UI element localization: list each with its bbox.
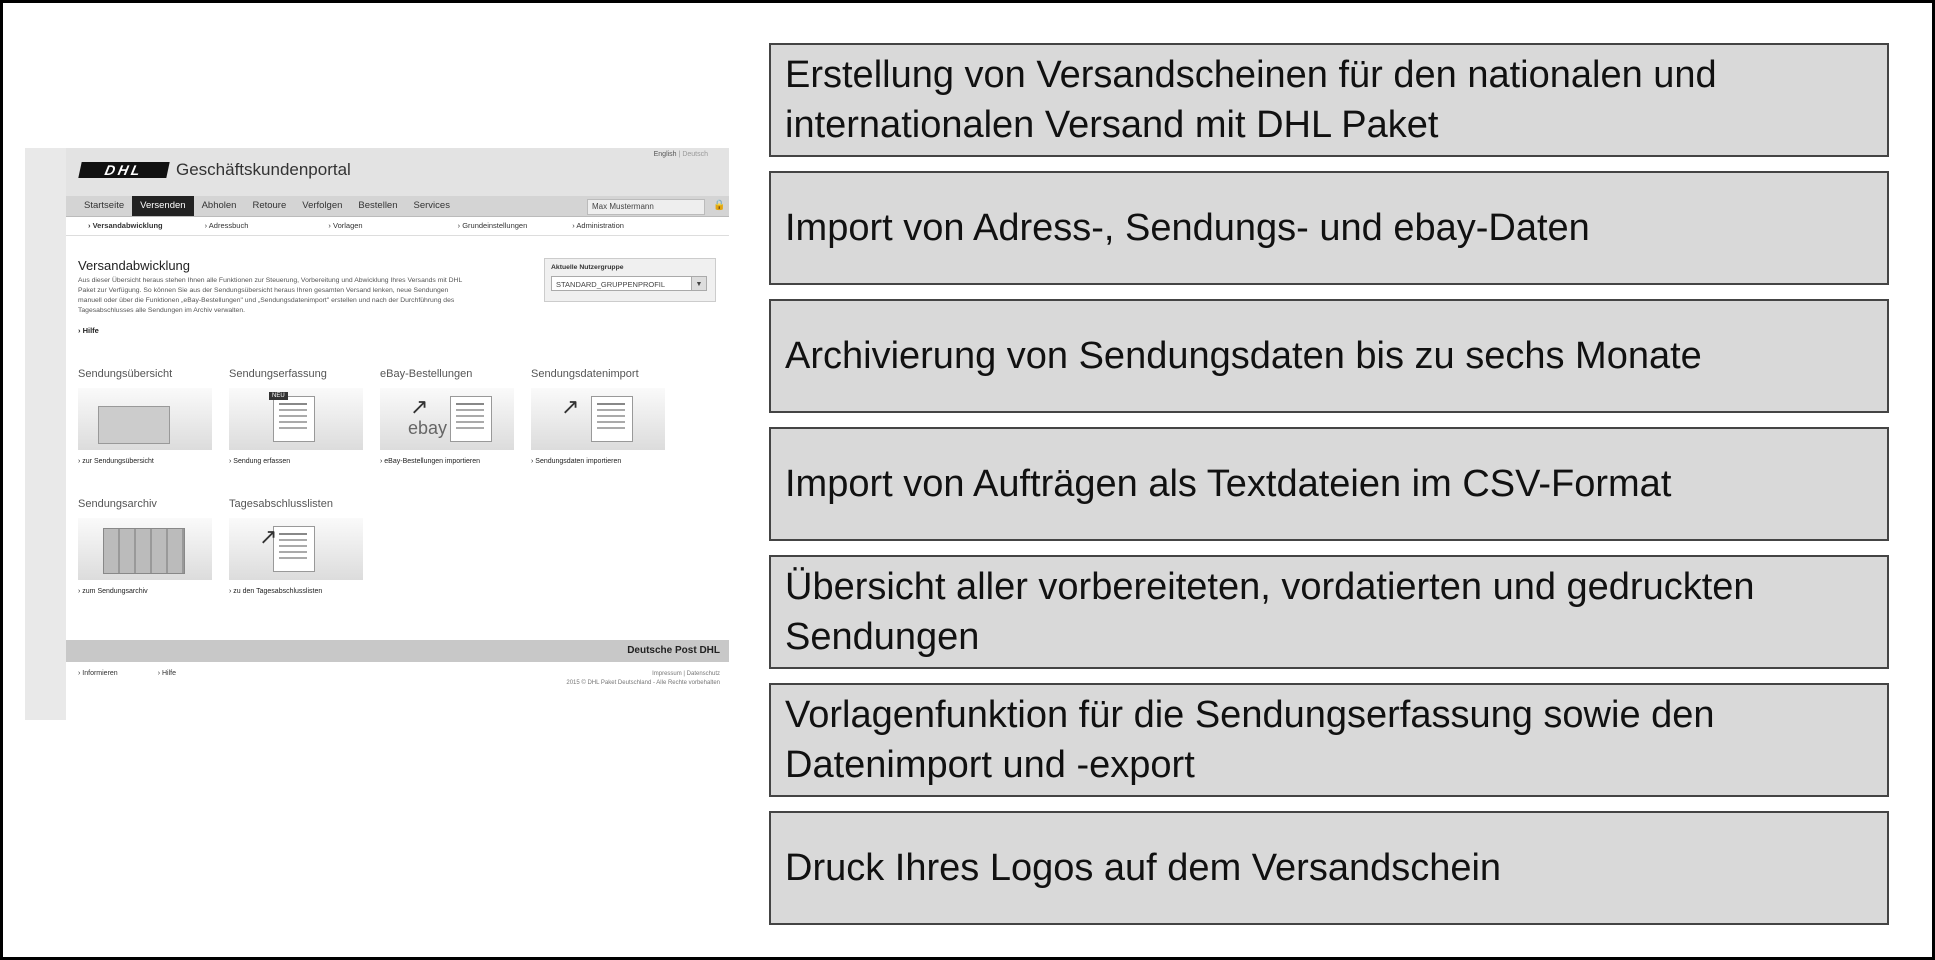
- footer-copyright: 2015 © DHL Paket Deutschland - Alle Rech…: [566, 680, 720, 686]
- ebay-logo: ebay: [408, 418, 448, 438]
- intro-text: Aus dieser Übersicht heraus stehen Ihnen…: [78, 277, 462, 314]
- user-field[interactable]: Max Mustermann: [587, 199, 705, 215]
- subnav-adressbuch[interactable]: › Adressbuch: [205, 217, 249, 235]
- tile-tagesabschlusslisten[interactable]: Tagesabschlusslisten ↗ › zu den Tagesabs…: [229, 498, 363, 595]
- nav-retoure[interactable]: Retoure: [244, 196, 294, 216]
- tile-title: Sendungsarchiv: [78, 498, 157, 510]
- ebay-import-icon: ↗ ebay: [380, 388, 514, 450]
- subnav-versandabwicklung[interactable]: › Versandabwicklung: [88, 217, 163, 235]
- footer-impressum[interactable]: Impressum | Datenschutz: [566, 670, 720, 679]
- chevron-down-icon: ▼: [691, 277, 706, 290]
- tile-title: Sendungserfassung: [229, 368, 327, 380]
- deutsche-post-dhl-logo: Deutsche Post DHL: [627, 645, 720, 656]
- subnav-grundeinstellungen[interactable]: › Grundeinstellungen: [458, 217, 528, 235]
- feature-box: Import von Adress-, Sendungs- und ebay-D…: [769, 171, 1889, 285]
- nav-services[interactable]: Services: [406, 196, 458, 216]
- user-group-label: Aktuelle Nutzergruppe: [551, 264, 624, 271]
- user-group-select[interactable]: STANDARD_GRUPPENPROFIL ▼: [551, 276, 707, 291]
- lang-deutsch[interactable]: Deutsch: [682, 151, 708, 158]
- footer-legal: Impressum | Datenschutz 2015 © DHL Paket…: [566, 670, 720, 688]
- tile-title: Sendungsdatenimport: [531, 368, 639, 380]
- lang-separator: |: [678, 151, 681, 158]
- subnav-vorlagen[interactable]: › Vorlagen: [328, 217, 362, 235]
- footer-link-hilfe[interactable]: › Hilfe: [158, 670, 176, 677]
- list-icon: ↗: [229, 518, 363, 580]
- portal-title: Geschäftskundenportal: [176, 160, 351, 179]
- portal-window: DHL Geschäftskundenportal English | Deut…: [66, 148, 729, 720]
- tile-sendungsdatenimport[interactable]: Sendungsdatenimport ↗ › Sendungsdaten im…: [531, 368, 665, 465]
- tile-link[interactable]: › zum Sendungsarchiv: [78, 588, 212, 595]
- user-group-box: Aktuelle Nutzergruppe STANDARD_GRUPPENPR…: [544, 258, 716, 302]
- tile-title: eBay-Bestellungen: [380, 368, 473, 380]
- lock-icon[interactable]: 🔒: [713, 199, 725, 212]
- tile-link[interactable]: › zu den Tagesabschlusslisten: [229, 588, 363, 595]
- tile-sendungsarchiv[interactable]: Sendungsarchiv › zum Sendungsarchiv: [78, 498, 212, 595]
- portal-screenshot: DHL Geschäftskundenportal English | Deut…: [25, 148, 729, 720]
- computer-icon: [78, 388, 212, 450]
- section-title: Versandabwicklung: [78, 258, 191, 273]
- form-icon: NEU: [229, 388, 363, 450]
- tile-link[interactable]: › Sendungsdaten importieren: [531, 458, 665, 465]
- feature-box: Vorlagenfunktion für die Sendungserfassu…: [769, 683, 1889, 797]
- feature-box: Übersicht aller vorbereiteten, vordatier…: [769, 555, 1889, 669]
- archive-icon: [78, 518, 212, 580]
- tile-link[interactable]: › Sendung erfassen: [229, 458, 363, 465]
- csv-import-icon: ↗: [531, 388, 665, 450]
- tile-sendungsuebersicht[interactable]: Sendungsübersicht › zur Sendungsübersich…: [78, 368, 212, 465]
- tile-sendungserfassung[interactable]: Sendungserfassung NEU › Sendung erfassen: [229, 368, 363, 465]
- nav-versenden[interactable]: Versenden: [132, 196, 194, 216]
- footer-link-informieren[interactable]: › Informieren: [78, 670, 118, 677]
- help-link[interactable]: › Hilfe: [78, 326, 99, 335]
- feature-box: Erstellung von Versandscheinen für den n…: [769, 43, 1889, 157]
- main-nav: Startseite Versenden Abholen Retoure Ver…: [66, 196, 729, 217]
- slide-frame: DHL Geschäftskundenportal English | Deut…: [0, 0, 1935, 960]
- tile-link[interactable]: › eBay-Bestellungen importieren: [380, 458, 514, 465]
- feature-box: Import von Aufträgen als Textdateien im …: [769, 427, 1889, 541]
- portal-header: DHL Geschäftskundenportal English | Deut…: [66, 148, 729, 196]
- nav-bestellen[interactable]: Bestellen: [350, 196, 405, 216]
- brand-bar: Deutsche Post DHL: [66, 640, 729, 662]
- tile-link[interactable]: › zur Sendungsübersicht: [78, 458, 212, 465]
- nav-abholen[interactable]: Abholen: [194, 196, 245, 216]
- new-badge: NEU: [269, 392, 288, 400]
- subnav-administration[interactable]: › Administration: [572, 217, 624, 235]
- lang-english[interactable]: English: [654, 151, 677, 158]
- language-switch: English | Deutsch: [654, 151, 708, 158]
- feature-box: Druck Ihres Logos auf dem Versandschein: [769, 811, 1889, 925]
- tile-title: Sendungsübersicht: [78, 368, 173, 380]
- footer-links: › Informieren › Hilfe: [78, 670, 176, 677]
- nav-startseite[interactable]: Startseite: [76, 196, 132, 216]
- tile-ebay-bestellungen[interactable]: eBay-Bestellungen ↗ ebay › eBay-Bestellun…: [380, 368, 514, 465]
- dhl-logo[interactable]: DHL: [78, 162, 170, 178]
- tile-title: Tagesabschlusslisten: [229, 498, 333, 510]
- nav-verfolgen[interactable]: Verfolgen: [294, 196, 350, 216]
- feature-box: Archivierung von Sendungsdaten bis zu se…: [769, 299, 1889, 413]
- sub-nav: › Versandabwicklung › Adressbuch › Vorla…: [66, 217, 729, 236]
